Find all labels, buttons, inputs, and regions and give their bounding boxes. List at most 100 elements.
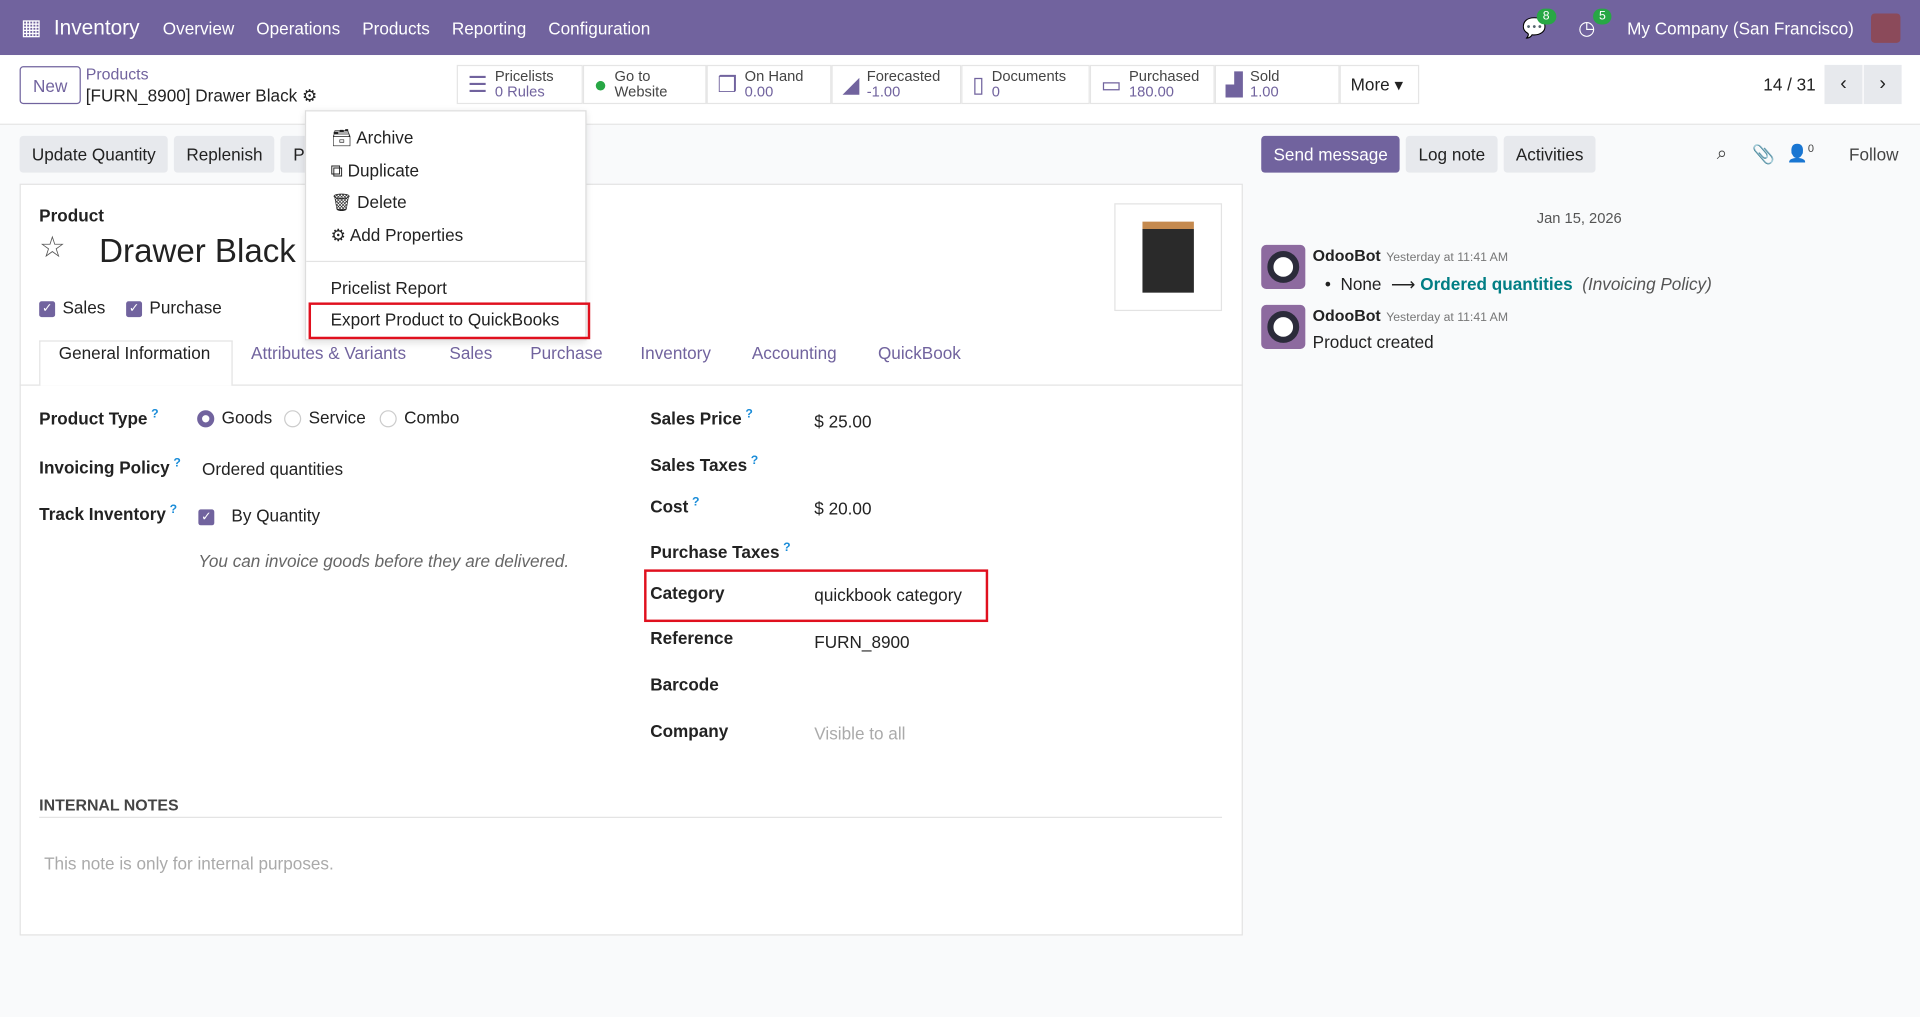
messages-icon[interactable]: 💬 8 [1522,7,1556,39]
activities-icon[interactable]: ◷ 5 [1578,7,1612,39]
follow-button[interactable]: Follow [1849,144,1899,164]
app-name[interactable]: Inventory [54,15,140,39]
category-highlight [644,569,989,623]
menu-duplicate[interactable]: ⧉ Duplicate [331,160,419,181]
type-goods-radio[interactable]: Goods [197,408,272,428]
copy-icon: ⧉ [330,160,343,181]
barcode-label: Barcode [650,674,719,695]
menu-reporting[interactable]: Reporting [452,18,526,38]
forecasted-button[interactable]: ◢ Forecasted -1.00 [831,64,962,105]
invoicing-policy-label: Invoicing Policy? [39,456,181,478]
control-panel: New Products [FURN_8900] Drawer Black ⚙ … [0,55,1920,125]
cost-field[interactable]: $ 20.00 [814,498,871,518]
replenish-button[interactable]: Replenish [174,135,275,173]
tab-attributes-variants[interactable]: Attributes & Variants [251,343,406,363]
documents-button[interactable]: ▯ Documents 0 [961,64,1090,105]
chatter-message: OdooBot Yesterday at 11:41 AM • None ⟶ O… [1261,244,1712,295]
breadcrumb-products[interactable]: Products [86,65,149,83]
record-name: [FURN_8900] Drawer Black [85,85,298,106]
new-button[interactable]: New [19,66,81,105]
invoicing-policy-field[interactable]: Ordered quantities [202,459,343,479]
pager-value[interactable]: 14 / 31 [1763,75,1815,95]
invoice-hint: You can invoice goods before they are de… [198,551,570,571]
star-icon[interactable]: ☆ [39,230,65,266]
sold-button[interactable]: ▟ Sold 1.00 [1214,64,1340,105]
internal-notes-label: INTERNAL NOTES [39,795,179,815]
notes-divider [39,816,1223,818]
track-inventory-label: Track Inventory? [39,503,178,524]
company-label: Company [650,721,729,741]
website-button[interactable]: ● Go to Website [582,64,707,105]
sales-price-field[interactable]: $ 25.00 [814,411,871,431]
area-chart-icon: ◢ [842,71,860,97]
chatter-buttons: Send message Log note Activities [1261,135,1596,173]
activities-badge: 5 [1592,7,1612,24]
internal-notes-field[interactable]: This note is only for internal purposes. [44,853,334,873]
menu-pricelist-report[interactable]: Pricelist Report [331,278,447,298]
tab-purchase[interactable]: Purchase [530,343,602,363]
cubes-icon: ❒ [717,71,738,97]
credit-card-icon: ▭ [1100,71,1122,97]
reference-label: Reference [650,628,734,648]
on-hand-button[interactable]: ❒ On Hand 0.00 [706,64,832,105]
sales-price-label: Sales Price? [650,407,753,429]
pager-previous[interactable]: ‹ [1824,64,1863,105]
trash-icon: 🗑 [330,192,353,212]
paperclip-icon[interactable]: 📎 [1752,143,1775,165]
track-inventory-checkbox[interactable]: ✓ By Quantity [198,506,320,525]
menu-configuration[interactable]: Configuration [548,18,650,38]
cost-label: Cost? [650,495,700,517]
product-name[interactable]: Drawer Black [99,233,296,271]
record-title: [FURN_8900] Drawer Black ⚙ [86,86,318,107]
product-image[interactable] [1114,203,1223,312]
sales-taxes-label: Sales Taxes? [650,454,759,475]
search-icon[interactable]: ⌕ [1717,143,1727,164]
menu-delete[interactable]: 🗑 Delete [331,192,407,213]
menu-add-properties[interactable]: ⚙ Add Properties [331,225,464,246]
menu-archive[interactable]: 🗃 Archive [331,127,414,148]
pricelists-button[interactable]: ☰ Pricelists 0 Rules [456,64,583,105]
type-combo-radio[interactable]: Combo [379,408,459,428]
signal-icon: ▟ [1225,71,1243,97]
reference-field[interactable]: FURN_8900 [814,632,909,652]
top-navbar: ▦ Inventory Overview Operations Products… [0,0,1920,56]
file-icon: ▯ [972,71,985,97]
tab-inventory[interactable]: Inventory [640,343,711,363]
pager-next[interactable]: › [1863,64,1902,105]
log-note-button[interactable]: Log note [1406,135,1498,173]
cogs-icon: ⚙ [330,225,346,245]
menu-products[interactable]: Products [362,18,430,38]
odoobot-avatar [1261,304,1306,349]
list-icon: ☰ [467,71,488,97]
globe-icon: ● [593,71,608,97]
tab-accounting[interactable]: Accounting [752,343,837,363]
menu-operations[interactable]: Operations [256,18,340,38]
tab-quickbook[interactable]: QuickBook [878,343,961,363]
purchase-checkbox[interactable]: ✓ Purchase [126,298,222,317]
messages-badge: 8 [1536,7,1556,24]
action-buttons: Update Quantity Replenish P [19,135,317,173]
tab-sales[interactable]: Sales [449,343,492,363]
menu-overview[interactable]: Overview [163,18,234,38]
odoobot-avatar [1261,244,1306,289]
type-service-radio[interactable]: Service [284,408,366,428]
product-label: Product [39,205,104,226]
update-quantity-button[interactable]: Update Quantity [19,135,168,173]
product-type-label: Product Type? [39,407,159,429]
chatter-message: OdooBot Yesterday at 11:41 AM Product cr… [1261,304,1508,351]
tab-general-information[interactable]: General Information [59,343,211,363]
purchase-taxes-label: Purchase Taxes? [650,541,791,562]
followers-button[interactable]: 👤0 [1787,142,1814,164]
export-highlight [308,302,591,340]
send-message-button[interactable]: Send message [1261,135,1401,173]
user-avatar[interactable] [1871,12,1901,43]
archive-icon: 🗃 [330,127,353,147]
company-field[interactable]: Visible to all [814,724,905,744]
apps-menu-icon[interactable]: ▦ [21,15,42,41]
gear-icon[interactable]: ⚙ [302,86,317,106]
company-switcher[interactable]: My Company (San Francisco) [1627,18,1854,38]
purchased-button[interactable]: ▭ Purchased 180.00 [1089,64,1215,105]
activities-button[interactable]: Activities [1503,135,1596,173]
sales-checkbox[interactable]: ✓ Sales [39,298,105,317]
more-button[interactable]: More ▾ [1339,64,1420,105]
